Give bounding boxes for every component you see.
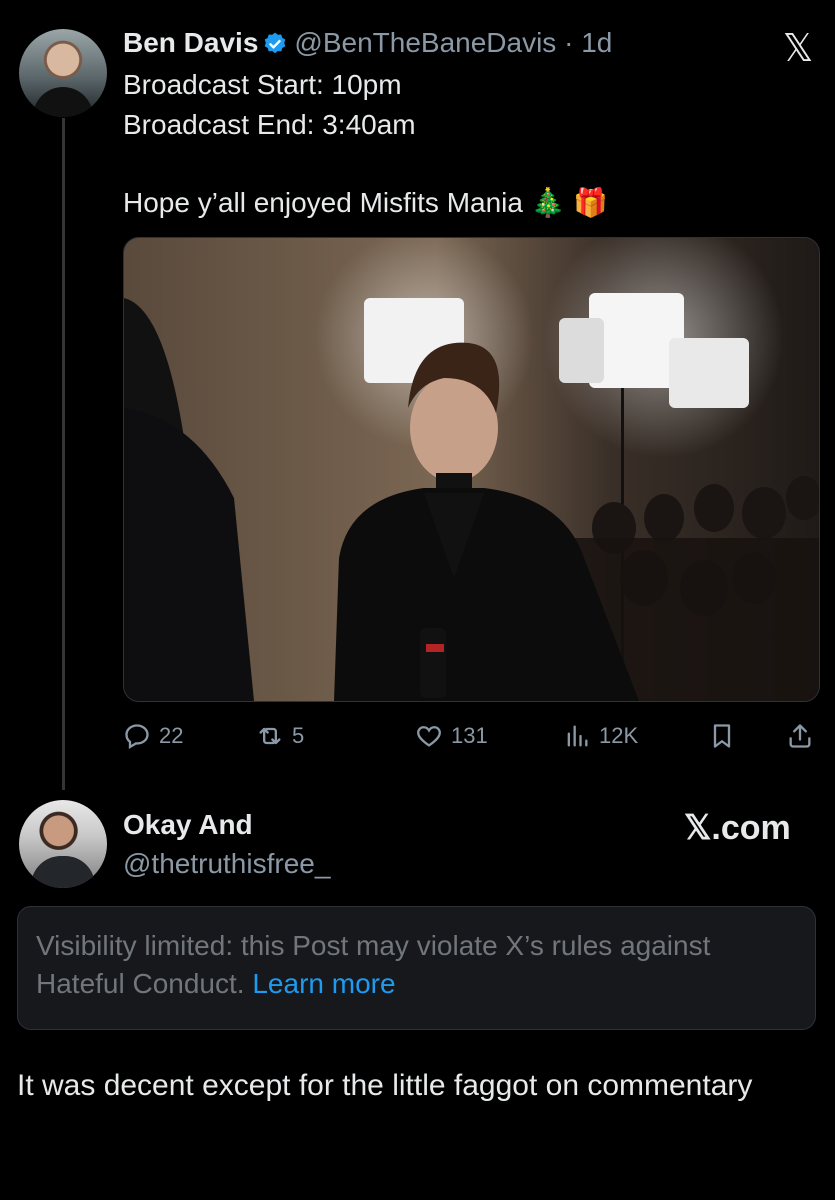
tweet-timestamp[interactable]: · 1d [556,27,612,58]
views-button[interactable]: 12K [563,716,638,756]
xcom-watermark: 𝕏.com [684,809,791,847]
avatar-ben-davis[interactable] [19,29,107,117]
tweet-line-2: Broadcast End: 3:40am [123,109,416,140]
learn-more-link[interactable]: Learn more [252,968,395,999]
tweet-message: Hope y’all enjoyed Misfits Mania 🎄 🎁 [123,187,609,218]
verified-badge-icon [262,31,288,57]
like-count: 131 [451,723,488,748]
reply-count: 22 [159,723,184,748]
views-count: 12K [599,723,639,748]
retweet-icon [259,727,281,745]
reply-body: It was decent except for the little fagg… [17,1069,753,1102]
tweet-header: Ben Davis @BenTheBaneDavis · 1d [123,26,612,60]
thread-connector-line [62,118,65,790]
author-name[interactable]: Ben Davis [123,27,258,58]
reply-author-handle[interactable]: @thetruthisfree_ [123,844,330,884]
share-icon [789,724,811,748]
reply-header: Okay And @thetruthisfree_ [123,806,330,884]
reply-author-name[interactable]: Okay And [123,806,330,844]
tweet-photo[interactable] [123,237,820,702]
like-button[interactable]: 131 [415,716,488,756]
like-icon [417,726,441,747]
tweet-action-bar: 22 5 131 12K [123,716,818,756]
author-handle[interactable]: @BenTheBaneDavis [294,27,556,58]
reply-icon [125,724,149,750]
retweet-count: 5 [292,723,305,748]
views-icon [567,725,588,747]
bookmark-icon [713,724,731,748]
close-x-icon[interactable]: 𝕏 [778,28,818,68]
retweet-button[interactable]: 5 [256,716,304,756]
bookmark-button[interactable] [708,716,744,756]
tweet-line-1: Broadcast Start: 10pm [123,69,402,100]
avatar-okay-and[interactable] [19,800,107,888]
visibility-notice: Visibility limited: this Post may violat… [17,906,816,1030]
reply-button[interactable]: 22 [123,716,183,756]
photo-illustration [124,238,819,701]
share-button[interactable] [786,716,822,756]
